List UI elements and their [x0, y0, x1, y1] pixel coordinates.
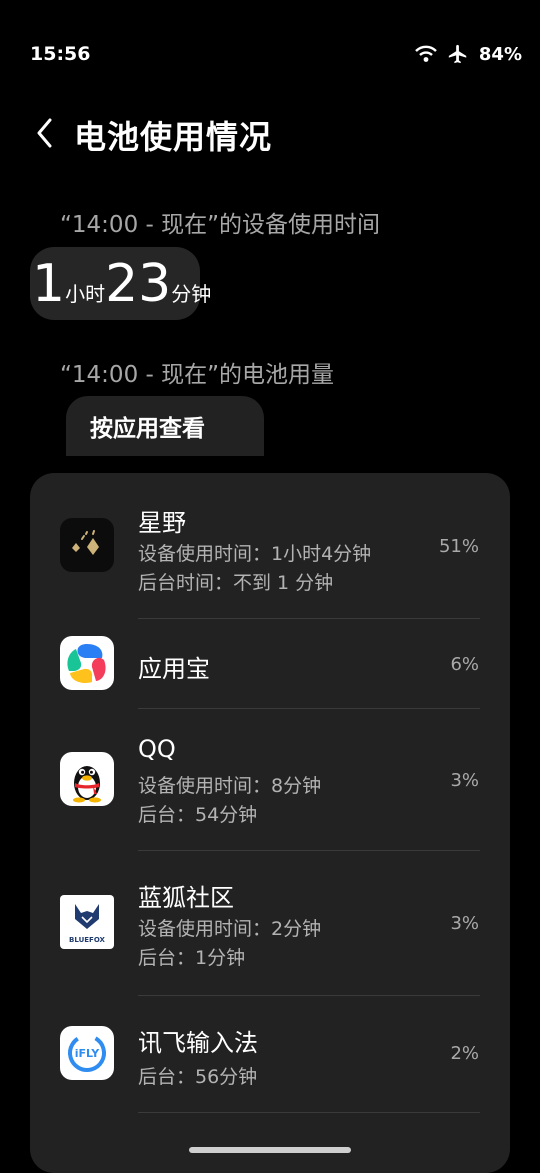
app-percent: 51%: [438, 536, 479, 557]
status-icons: 84%: [415, 43, 522, 65]
xingye-app-icon: [60, 518, 114, 572]
yingyongbao-app-icon: [60, 636, 114, 690]
usage-time-label: “14:00 - 现在”的设备使用时间: [60, 212, 381, 238]
usage-hours: 1: [32, 254, 66, 314]
qq-penguin-icon: [60, 752, 114, 806]
divider: [138, 995, 480, 996]
app-name: QQ: [138, 735, 176, 763]
app-background-line: 后台：1分钟: [138, 947, 246, 969]
app-percent: 3%: [450, 770, 479, 791]
usage-minutes: 23: [105, 254, 172, 314]
back-button[interactable]: [32, 116, 60, 150]
app-percent: 6%: [450, 654, 479, 675]
app-name: 讯飞输入法: [138, 1029, 258, 1057]
app-background-line: 后台：56分钟: [138, 1066, 258, 1088]
usage-time-value: 1 小时 23 分钟: [32, 255, 211, 313]
app-background-line: 后台时间：不到 1 分钟: [138, 572, 334, 594]
tab-by-app[interactable]: 按应用查看: [66, 396, 264, 456]
app-background-line: 后台：54分钟: [138, 804, 258, 826]
bluefox-app-icon: BLUEFOX: [60, 895, 114, 949]
app-name: 应用宝: [138, 655, 210, 683]
status-time: 15:56: [30, 43, 91, 65]
divider: [138, 850, 480, 851]
app-usage-line: 设备使用时间：8分钟: [138, 775, 322, 797]
app-usage-line: 设备使用时间：2分钟: [138, 918, 322, 940]
page-title: 电池使用情况: [74, 118, 273, 156]
app-usage-line: 设备使用时间：1小时4分钟: [138, 543, 372, 565]
app-list: 星野 设备使用时间：1小时4分钟 后台时间：不到 1 分钟 51% 应用宝 6%: [30, 473, 510, 1173]
battery-percent: 84%: [478, 43, 522, 65]
svg-text:iFLY: iFLY: [75, 1047, 101, 1060]
app-name: 星野: [138, 509, 186, 537]
divider: [138, 1112, 480, 1113]
chevron-left-icon: [37, 118, 52, 148]
usage-hours-unit: 小时: [65, 282, 106, 306]
app-percent: 3%: [450, 913, 479, 934]
app-name: 蓝狐社区: [138, 884, 234, 912]
battery-usage-label: “14:00 - 现在”的电池用量: [60, 362, 335, 388]
app-percent: 2%: [450, 1043, 479, 1064]
ifly-app-icon: iFLY: [60, 1026, 114, 1080]
usage-minutes-unit: 分钟: [171, 282, 212, 306]
wifi-icon: [415, 45, 437, 63]
divider: [138, 708, 480, 709]
divider: [138, 618, 480, 619]
airplane-icon: [447, 43, 469, 65]
svg-text:BLUEFOX: BLUEFOX: [69, 936, 105, 944]
home-indicator[interactable]: [189, 1147, 351, 1153]
